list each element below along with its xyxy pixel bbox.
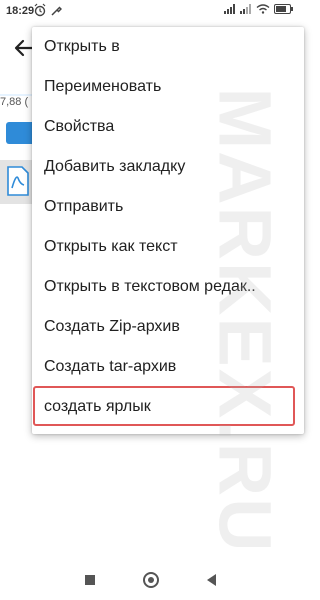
status-right-icons	[224, 4, 294, 14]
menu-item-add-bookmark[interactable]: Добавить закладку	[32, 147, 304, 187]
battery-icon	[274, 4, 293, 14]
alarm-icon	[34, 3, 46, 17]
menu-item-open-in[interactable]: Открыть в	[32, 27, 304, 67]
status-left-icons	[34, 3, 62, 17]
nav-bar	[0, 560, 300, 600]
highlight-frame	[33, 386, 295, 426]
status-time: 18:29	[6, 5, 35, 17]
menu-item-create-zip[interactable]: Создать Zip-архив	[32, 307, 304, 347]
menu-item-create-tar[interactable]: Создать tar-архив	[32, 347, 304, 387]
status-bar: 18:29	[0, 0, 300, 24]
signal-icon	[240, 4, 251, 14]
signal-icon	[224, 4, 235, 14]
wrench-icon	[51, 6, 62, 16]
home-circle-icon[interactable]	[142, 572, 159, 588]
pdf-file-icon	[7, 166, 29, 196]
menu-item-open-in-text-editor[interactable]: Открыть в текстовом редак..	[32, 267, 304, 307]
menu-item-send[interactable]: Отправить	[32, 187, 304, 227]
menu-item-properties[interactable]: Свойства	[32, 107, 304, 147]
wifi-icon	[256, 4, 270, 14]
recents-square-icon[interactable]	[84, 575, 95, 585]
menu-item-rename[interactable]: Переименовать	[32, 67, 304, 107]
back-triangle-icon[interactable]	[206, 574, 216, 586]
menu-item-open-as-text[interactable]: Открыть как текст	[32, 227, 304, 267]
context-menu: Открыть в Переименовать Свойства Добавит…	[32, 27, 304, 434]
